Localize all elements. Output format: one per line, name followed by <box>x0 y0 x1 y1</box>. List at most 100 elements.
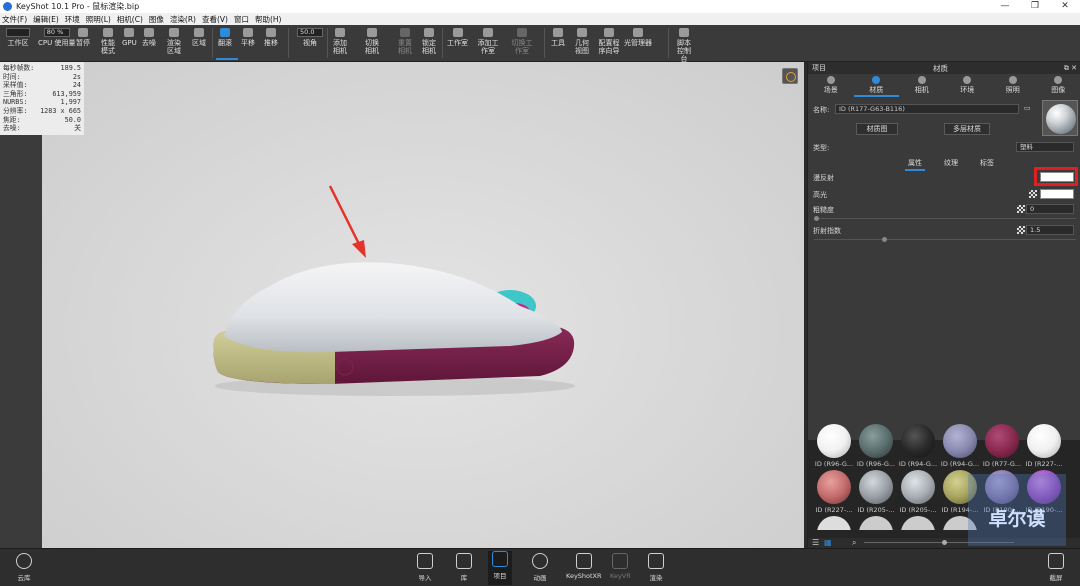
library-item[interactable]: ID (R205-... <box>898 470 938 514</box>
cloud-icon <box>16 553 32 569</box>
zoom-icon[interactable]: ⌕ <box>852 538 856 548</box>
specular-color-swatch[interactable] <box>1040 189 1074 199</box>
menu-help[interactable]: 帮助(H) <box>255 14 282 25</box>
menu-file[interactable]: 文件(F) <box>2 14 27 25</box>
roughness-texture-icon[interactable] <box>1017 205 1025 213</box>
library-item[interactable]: ID (R94-G... <box>898 424 938 468</box>
tumble-button[interactable]: 翻滚 <box>218 28 232 47</box>
add-camera-button[interactable]: 添加相机 <box>332 28 348 55</box>
tab-properties[interactable]: 属性 <box>905 158 925 171</box>
library-item[interactable] <box>898 516 938 530</box>
menu-view[interactable]: 查看(V) <box>202 14 228 25</box>
cpu-usage-control[interactable]: 80 % CPU 使用量 <box>38 28 75 47</box>
material-preview[interactable] <box>1042 100 1078 136</box>
library-item[interactable]: ID (R227-... <box>1024 424 1064 468</box>
fov-value-field[interactable]: 50.0 <box>297 28 323 37</box>
dolly-button[interactable]: 推移 <box>264 28 278 47</box>
maximize-button[interactable]: ❐ <box>1020 0 1050 13</box>
fov-control[interactable]: 50.0 视角 <box>297 28 323 47</box>
material-type-dropdown[interactable]: 塑料 <box>1016 142 1074 152</box>
menu-window[interactable]: 窗口 <box>234 14 249 25</box>
workspace-dropdown[interactable] <box>6 28 30 37</box>
library-item[interactable]: ID (R96-G... <box>814 424 854 468</box>
roughness-value-field[interactable]: 0 <box>1026 204 1074 214</box>
render-button[interactable]: 渲染 <box>648 553 664 582</box>
viewport-settings-icon[interactable] <box>782 68 798 84</box>
specular-texture-icon[interactable] <box>1029 190 1037 198</box>
minimize-button[interactable]: — <box>990 0 1020 13</box>
library-item[interactable]: ID (R96-G... <box>856 424 896 468</box>
script-console-button[interactable]: 脚本控制台 <box>675 28 693 63</box>
lock-camera-button[interactable]: 锁定相机 <box>421 28 437 55</box>
ior-value-field[interactable]: 1.5 <box>1026 225 1074 235</box>
render-region-icon <box>169 28 179 37</box>
denoise-button[interactable]: 去噪 <box>142 28 156 47</box>
light-manager-button[interactable]: 光管理器 <box>624 28 652 47</box>
screenshot-button[interactable]: 截屏 <box>1048 553 1064 582</box>
project-button[interactable]: 项目 <box>488 551 512 585</box>
library-item[interactable]: ID (R205-... <box>856 470 896 514</box>
performance-mode-button[interactable]: 性能模式 <box>99 28 117 55</box>
keyvr-button[interactable]: KeyVR <box>610 553 631 580</box>
gpu-icon <box>124 28 135 37</box>
region-button[interactable]: 区域 <box>192 28 206 47</box>
render-icon <box>648 553 664 569</box>
ior-slider[interactable] <box>814 237 1076 242</box>
tab-material[interactable]: 材质 <box>853 75 899 97</box>
menu-lighting[interactable]: 照明(L) <box>86 14 111 25</box>
gpu-button[interactable]: GPU <box>122 28 137 47</box>
tab-textures[interactable]: 纹理 <box>941 158 961 171</box>
cpu-value-field[interactable]: 80 % <box>43 28 70 37</box>
reset-camera-button[interactable]: 重置相机 <box>397 28 413 55</box>
panel-window-controls[interactable]: ⧉ ✕ <box>1064 64 1077 73</box>
material-graph-button[interactable]: 材质图 <box>856 123 898 135</box>
library-item[interactable]: ID (R77-G... <box>982 424 1022 468</box>
switch-camera-button[interactable]: 切换相机 <box>364 28 380 55</box>
import-icon <box>417 553 433 569</box>
roughness-slider[interactable] <box>814 216 1076 221</box>
close-button[interactable]: ✕ <box>1050 0 1080 13</box>
library-item[interactable]: ID (R94-G... <box>940 424 980 468</box>
render-region-button[interactable]: 渲染区域 <box>164 28 184 55</box>
pause-button[interactable]: 暂停 <box>76 28 90 47</box>
mouse-model[interactable] <box>210 236 580 396</box>
add-studio-button[interactable]: 添加工作室 <box>477 28 499 55</box>
save-material-icon[interactable]: ▭ <box>1024 104 1031 112</box>
tab-environment[interactable]: 环境 <box>945 75 991 97</box>
list-view-icon[interactable]: ☰ <box>812 538 819 547</box>
studio-button[interactable]: 工作室 <box>447 28 468 47</box>
ior-slider-knob[interactable] <box>882 237 887 242</box>
cloud-library-button[interactable]: 云库 <box>16 553 32 582</box>
menu-camera[interactable]: 相机(C) <box>117 14 143 25</box>
grid-view-icon[interactable]: ▦ <box>824 538 832 547</box>
library-item[interactable]: ID (R227-... <box>814 470 854 514</box>
tab-scene[interactable]: 场景 <box>808 75 854 97</box>
menu-environment[interactable]: 环境 <box>65 14 80 25</box>
geometry-view-button[interactable]: 几何视图 <box>574 28 590 55</box>
multi-material-button[interactable]: 多层材质 <box>944 123 990 135</box>
keyshotxr-button[interactable]: KeyShotXR <box>566 553 602 580</box>
menu-image[interactable]: 图像 <box>149 14 164 25</box>
workspace-button[interactable]: 工作区 <box>6 28 30 47</box>
menu-edit[interactable]: 编辑(E) <box>33 14 59 25</box>
menu-render[interactable]: 渲染(R) <box>170 14 196 25</box>
active-tool-indicator <box>216 58 238 60</box>
material-name-field[interactable]: ID (R177-G63-B116) <box>835 104 1019 114</box>
import-button[interactable]: 导入 <box>417 553 433 582</box>
region-icon <box>194 28 204 37</box>
roughness-slider-knob[interactable] <box>814 216 819 221</box>
library-item[interactable] <box>814 516 854 530</box>
switch-studio-button[interactable]: 切换工作室 <box>511 28 533 55</box>
animation-button[interactable]: 动画 <box>532 553 548 582</box>
tools-button[interactable]: 工具 <box>551 28 565 47</box>
library-button[interactable]: 库 <box>456 553 472 582</box>
library-item[interactable] <box>856 516 896 530</box>
render-viewport[interactable] <box>42 62 804 548</box>
pan-button[interactable]: 平移 <box>241 28 255 47</box>
ior-texture-icon[interactable] <box>1017 226 1025 234</box>
tab-camera[interactable]: 相机 <box>899 75 945 97</box>
tab-lighting[interactable]: 照明 <box>990 75 1036 97</box>
tab-image[interactable]: 图像 <box>1036 75 1080 97</box>
tab-labels[interactable]: 标签 <box>977 158 997 171</box>
config-wizard-button[interactable]: 配置程序向导 <box>597 28 621 55</box>
